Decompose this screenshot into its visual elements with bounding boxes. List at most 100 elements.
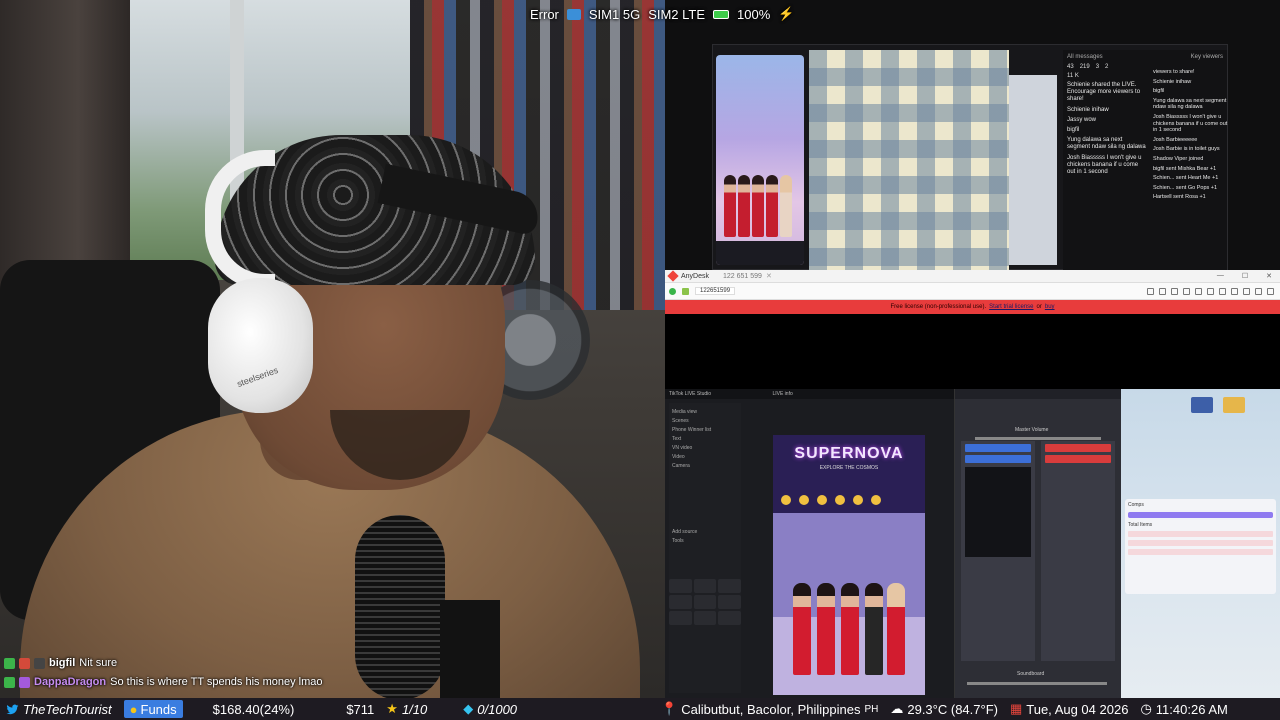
source-item[interactable]: Camera: [672, 463, 738, 469]
trial-license-link[interactable]: Start trial license: [989, 304, 1033, 310]
buy-link[interactable]: buy: [1045, 304, 1055, 310]
stop-button[interactable]: [1045, 455, 1111, 463]
master-volume-slider[interactable]: [975, 437, 1101, 440]
table-row[interactable]: [1128, 549, 1273, 555]
chat-row: Josh Barbie is in toilet guys: [1153, 146, 1220, 153]
star-icon[interactable]: [1183, 287, 1190, 295]
dancer: [738, 175, 750, 237]
channel-segment: TheTechTourist: [0, 698, 118, 720]
weather-text: 29.3°C (84.7°F): [907, 701, 998, 717]
gem-icon: ◆: [463, 701, 474, 716]
tool-tile[interactable]: [669, 579, 692, 593]
session-tab[interactable]: 122 651 599: [723, 273, 762, 280]
tool-tile[interactable]: [718, 579, 741, 593]
captured-monitor: All messages Key viewers 43 219 3 2 11 K…: [665, 0, 1280, 698]
chat-row: viewers to share!: [1153, 69, 1195, 75]
twitch-badge-icon: [19, 676, 30, 688]
screenshot-icon[interactable]: [1231, 287, 1238, 295]
gems-value: 0/1000: [477, 701, 518, 717]
table-row[interactable]: [1128, 540, 1273, 546]
clock-icon: ◷: [1140, 701, 1152, 716]
all-messages-tab[interactable]: All messages: [1067, 54, 1103, 60]
dancer: [865, 583, 883, 675]
chat-row: bigfil: [1067, 126, 1080, 133]
verified-badge-icon: [4, 676, 15, 688]
studio-tab[interactable]: LIVE info: [772, 391, 792, 397]
close-icon[interactable]: ✕: [1266, 272, 1272, 280]
tool-tile[interactable]: [669, 595, 692, 609]
anydesk-toolbar: 122651599: [665, 283, 1280, 300]
source-item[interactable]: VN video: [672, 445, 738, 451]
star-icon: ★: [386, 701, 398, 716]
tool-tile[interactable]: [693, 579, 717, 593]
dancer: [793, 583, 811, 675]
chat-row: Yung dalawa sa next segment ndaw sila ng…: [1153, 97, 1227, 111]
tool-tile[interactable]: [693, 611, 717, 625]
desktop-shortcut-icon[interactable]: [1191, 397, 1213, 413]
money-bag-icon: ●: [129, 701, 138, 717]
address-field[interactable]: 122651599: [695, 287, 736, 295]
license-banner: Free license (non-professional use). Sta…: [665, 300, 1280, 314]
menu-icon[interactable]: [1267, 287, 1274, 295]
tool-tile[interactable]: [718, 611, 741, 625]
monitor-icon[interactable]: [682, 287, 689, 295]
placeholder-backdrop: [809, 50, 1009, 270]
soundboard-slider[interactable]: [967, 682, 1107, 685]
local-files-button[interactable]: [965, 444, 1031, 452]
remote-desktop: TikTok LIVE Studio LIVE info Media view …: [665, 389, 1280, 698]
location-text: Calibutbut, Bacolor, Philippines: [681, 701, 861, 717]
close-tab-icon[interactable]: ✕: [766, 272, 772, 280]
anydesk-titlebar: AnyDesk 122 651 599 ✕ — ☐ ✕: [665, 270, 1280, 283]
table-row[interactable]: [1128, 531, 1273, 537]
gift-row: [781, 495, 881, 505]
calendar-icon: ▦: [1009, 701, 1023, 716]
source-item[interactable]: Scenes: [672, 418, 738, 424]
source-item[interactable]: Phone Winner list: [672, 427, 738, 433]
files-icon[interactable]: [1219, 287, 1226, 295]
keyboard-icon[interactable]: [1171, 287, 1178, 295]
source-item[interactable]: Text: [672, 436, 738, 442]
funds-value: $168.40(24%): [212, 701, 295, 717]
stars-segment: ★ 1/10: [380, 698, 433, 720]
microphone: [355, 515, 445, 698]
display-icon[interactable]: [1195, 287, 1202, 295]
sim2-status: SIM2 LTE: [648, 6, 706, 22]
source-item[interactable]: Media view: [672, 409, 738, 415]
record-icon[interactable]: [1243, 287, 1250, 295]
local-files-panel: [961, 441, 1035, 661]
tiktok-side-panel: [1009, 75, 1057, 265]
verified-badge-icon: [4, 657, 15, 669]
tool-tile[interactable]: [693, 595, 717, 609]
soundboard-tabs: [955, 389, 1121, 399]
tool-tile[interactable]: [718, 595, 741, 609]
youtube-button[interactable]: [965, 455, 1031, 463]
platform-badge-icon: [34, 657, 45, 669]
window-controls: — ☐ ✕: [1217, 272, 1280, 280]
toolbar-actions: [1147, 287, 1280, 295]
chat-row: bigfil sent Mishka Bear +1: [1153, 165, 1217, 172]
master-volume-label: Master Volume: [1015, 427, 1049, 433]
chat-text: Nit sure: [79, 657, 118, 669]
pin-icon: 📍: [661, 701, 678, 716]
maximize-icon[interactable]: ☐: [1242, 272, 1248, 280]
minimize-icon[interactable]: —: [1217, 272, 1224, 280]
gift-icon: [853, 495, 863, 505]
file-list: [965, 467, 1031, 557]
add-source-button[interactable]: Add source: [672, 529, 738, 535]
phone-bottom-bar: [716, 241, 804, 265]
tool-tile[interactable]: [669, 611, 692, 625]
whiteboard-icon[interactable]: [1255, 287, 1262, 295]
source-item[interactable]: Video: [672, 454, 738, 460]
play-button[interactable]: [1045, 444, 1111, 452]
folder-icon[interactable]: [1223, 397, 1245, 413]
headphone-cup: [208, 278, 313, 413]
remote-letterbox: [665, 314, 1280, 389]
settings-icon[interactable]: [1159, 287, 1166, 295]
chat-row: Hartsell sent Rosa +1: [1153, 194, 1206, 201]
app-row-header: Total Items: [1128, 522, 1153, 528]
chat-icon[interactable]: [1147, 287, 1154, 295]
anydesk-logo-icon: [667, 270, 679, 282]
tiktok-phone-preview: [716, 55, 804, 265]
mic-arm: [440, 600, 500, 698]
actions-icon[interactable]: [1207, 287, 1214, 295]
